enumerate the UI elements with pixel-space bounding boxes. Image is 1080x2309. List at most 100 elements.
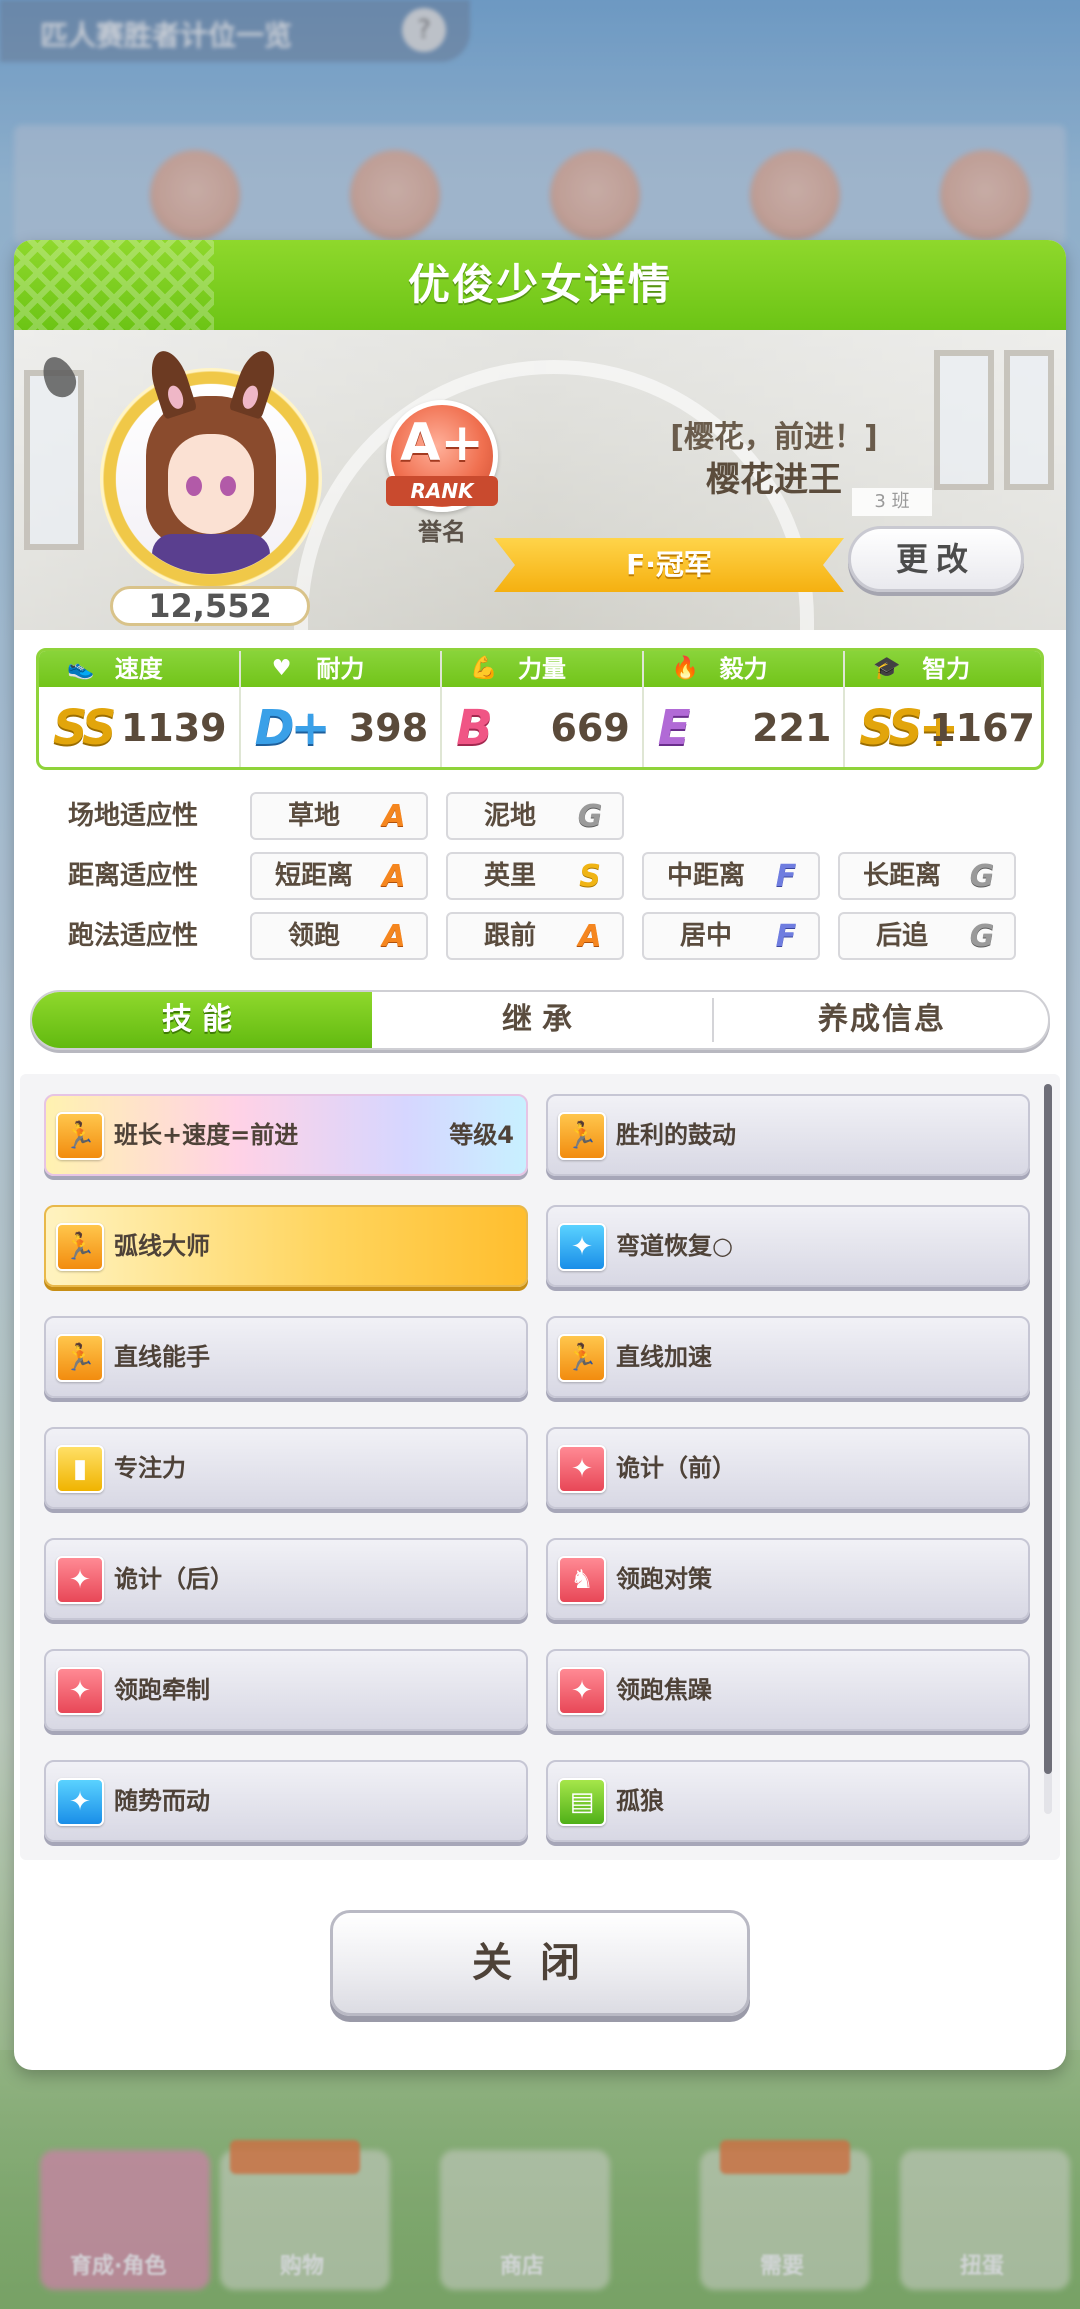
ear-tip (165, 383, 187, 411)
stat-name: 智力 (922, 655, 971, 683)
stat-body: E 221 (644, 687, 844, 767)
skill-item[interactable]: 🏃 直线加速 (546, 1316, 1030, 1398)
dialog-title: 优俊少女详情 (407, 260, 672, 309)
sparkle-icon: ✦ (558, 1223, 606, 1271)
runner-icon: 🏃 (558, 1334, 606, 1382)
aptitude-cell: 领跑 A (250, 912, 428, 960)
detail-tabs: 技能 继承 养成信息 (30, 990, 1050, 1050)
skill-name: 诡计（前） (616, 1454, 736, 1482)
aptitude-label: 场地适应性 (68, 801, 199, 831)
stat-name: 耐力 (316, 655, 365, 683)
aptitude-row-strategy: 跑法适应性 领跑 A 跟前 A 居中 F 后追 G (38, 912, 1038, 960)
stat-value: 1167 (929, 706, 1035, 750)
runner-icon: 🏃 (558, 1112, 606, 1160)
muscle-icon: 💪 (470, 656, 498, 681)
aptitude-name: 后追 (875, 921, 928, 951)
aptitude-grade: G (577, 799, 603, 834)
tab-inheritance[interactable]: 继承 (372, 992, 712, 1048)
close-button[interactable]: 关闭 (330, 1910, 750, 2016)
aptitude-cell: 后追 G (838, 912, 1016, 960)
title-ribbon: F·冠军 (494, 538, 844, 592)
avatar-skin (168, 434, 254, 534)
skill-level: 等级4 (449, 1121, 514, 1149)
tab-skills[interactable]: 技能 (32, 992, 372, 1048)
stat-wisdom: 🎓 智力 SS+ 1167 (845, 651, 1041, 767)
skill-item[interactable]: 🏃 弧线大师 (44, 1205, 528, 1287)
stat-grade: B (456, 700, 493, 756)
stat-header: 🔥 毅力 (643, 651, 844, 687)
stat-header: 💪 力量 (442, 651, 642, 687)
epithet-bracket: [樱花，前进！] (670, 420, 878, 455)
skill-item[interactable]: ✦ 诡计（前） (546, 1427, 1030, 1509)
aptitude-name: 跟前 (483, 921, 536, 951)
skill-name: 领跑对策 (616, 1565, 712, 1593)
runner-icon: 🏃 (56, 1334, 104, 1382)
skill-item[interactable]: ▮ 专注力 (44, 1427, 528, 1509)
stat-header: 🎓 智力 (845, 651, 1041, 687)
dialog-header: 优俊少女详情 (14, 240, 1066, 330)
background-window (1004, 350, 1054, 490)
skill-name: 随势而动 (114, 1787, 210, 1815)
skill-item[interactable]: 🏃 直线能手 (44, 1316, 528, 1398)
background-window (24, 370, 84, 550)
tab-training-info[interactable]: 养成信息 (714, 992, 1048, 1048)
avatar-eye (220, 476, 236, 496)
rank-grade: A+ (400, 413, 484, 473)
stat-name: 毅力 (719, 655, 768, 683)
aptitude-cell: 泥地 G (446, 792, 624, 840)
stat-value: 398 (348, 706, 429, 750)
skill-item[interactable]: ✦ 领跑焦躁 (546, 1649, 1030, 1731)
stat-speed: 👟 速度 SS 1139 (39, 651, 241, 767)
heart-icon: ♥ (271, 656, 292, 681)
skill-item[interactable]: ✦ 弯道恢复○ (546, 1205, 1030, 1287)
stat-value: 1139 (120, 706, 227, 750)
graduation-cap-icon: 🎓 (873, 656, 901, 681)
aptitude-cell: 中距离 F (642, 852, 820, 900)
skill-item[interactable]: 🏃 胜利的鼓动 (546, 1094, 1030, 1176)
runner-icon: 🏃 (56, 1112, 104, 1160)
aptitude-cell: 长距离 G (838, 852, 1016, 900)
aptitude-grade: A (382, 919, 406, 954)
stat-grade: SS (53, 700, 116, 756)
skill-name: 直线加速 (616, 1343, 712, 1371)
character-hero: 3 班 12,552 A+ RANK 誉名 [樱花，前进！] 樱花进王 F·冠军… (14, 330, 1066, 630)
skill-item[interactable]: ✦ 诡计（后） (44, 1538, 528, 1620)
stat-body: SS 1139 (39, 687, 239, 767)
stat-grade: D+ (254, 700, 331, 756)
stat-name: 力量 (517, 655, 566, 683)
skill-name: 班长+速度=前进 (114, 1121, 299, 1149)
stat-value: 669 (550, 706, 630, 750)
change-title-button[interactable]: 更改 (848, 526, 1024, 592)
scrollbar-thumb[interactable] (1044, 1084, 1052, 1774)
skill-item[interactable]: ♞ 领跑对策 (546, 1538, 1030, 1620)
skill-name: 孤狼 (616, 1787, 664, 1815)
stat-body: D+ 398 (241, 687, 441, 767)
stat-name: 速度 (114, 655, 163, 683)
stat-stamina: ♥ 耐力 D+ 398 (240, 651, 443, 767)
aptitude-cell: 居中 F (642, 912, 820, 960)
stat-power: 💪 力量 B 669 (442, 651, 644, 767)
aptitude-cell: 短距离 A (250, 852, 428, 900)
skill-name: 弯道恢复○ (616, 1232, 733, 1260)
sparkle-icon: ✦ (56, 1556, 104, 1604)
sparkle-icon: ✦ (56, 1778, 104, 1826)
card-icon: ▤ (558, 1778, 606, 1826)
aptitude-row-surface: 场地适应性 草地 A 泥地 G (38, 792, 1038, 840)
skill-item[interactable]: 🏃 班长+速度=前进 等级4 (44, 1094, 528, 1176)
skill-name: 专注力 (114, 1454, 186, 1482)
skills-scrollbar[interactable] (1044, 1084, 1052, 1814)
aptitude-name: 泥地 (483, 801, 536, 831)
avatar (116, 384, 306, 574)
skill-name: 诡计（后） (114, 1565, 234, 1593)
skill-item[interactable]: ✦ 随势而动 (44, 1760, 528, 1842)
rank-ribbon: RANK (386, 476, 498, 506)
sparkle-icon: ✦ (558, 1667, 606, 1715)
aptitude-grade: F (775, 859, 797, 894)
aptitude-grade: A (578, 919, 602, 954)
stat-guts: 🔥 毅力 E 221 (643, 651, 846, 767)
stat-header: 👟 速度 (39, 651, 239, 687)
skill-item[interactable]: ✦ 领跑牵制 (44, 1649, 528, 1731)
skill-item[interactable]: ▤ 孤狼 (546, 1760, 1030, 1842)
gate-icon: ▮ (56, 1445, 104, 1493)
stat-body: SS+ 1167 (845, 687, 1041, 767)
